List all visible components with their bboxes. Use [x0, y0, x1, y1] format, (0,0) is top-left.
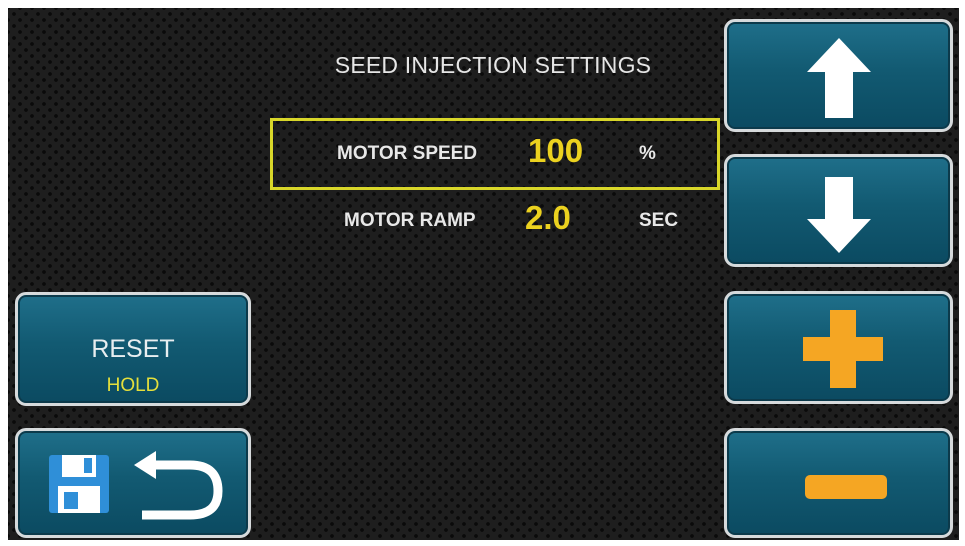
reset-hold-hint: HOLD	[106, 375, 160, 396]
reset-button[interactable]: RESET HOLD	[15, 292, 251, 406]
plus-icon	[803, 310, 883, 388]
motor-ramp-value[interactable]: 2.0	[525, 199, 571, 237]
motor-speed-label[interactable]: MOTOR SPEED	[337, 143, 477, 165]
return-arrow-icon	[134, 451, 223, 520]
arrow-down-icon	[807, 177, 871, 253]
minus-button[interactable]	[724, 428, 953, 538]
arrow-up-icon	[807, 38, 871, 118]
motor-ramp-label[interactable]: MOTOR RAMP	[344, 210, 476, 232]
hmi-screen: SEED INJECTION SETTINGS MOTOR SPEED 100 …	[8, 8, 959, 540]
floppy-disk-icon	[49, 455, 109, 513]
reset-button-label: RESET	[91, 335, 175, 363]
minus-icon	[805, 475, 887, 499]
motor-ramp-unit: SEC	[639, 210, 679, 231]
motor-speed-unit: %	[639, 143, 656, 164]
screen-title: SEED INJECTION SETTINGS	[334, 52, 652, 78]
up-arrow-button[interactable]	[724, 19, 953, 132]
down-arrow-button[interactable]	[724, 154, 953, 267]
save-return-button[interactable]	[15, 428, 251, 538]
plus-button[interactable]	[724, 291, 953, 404]
motor-speed-value[interactable]: 100	[528, 132, 583, 170]
